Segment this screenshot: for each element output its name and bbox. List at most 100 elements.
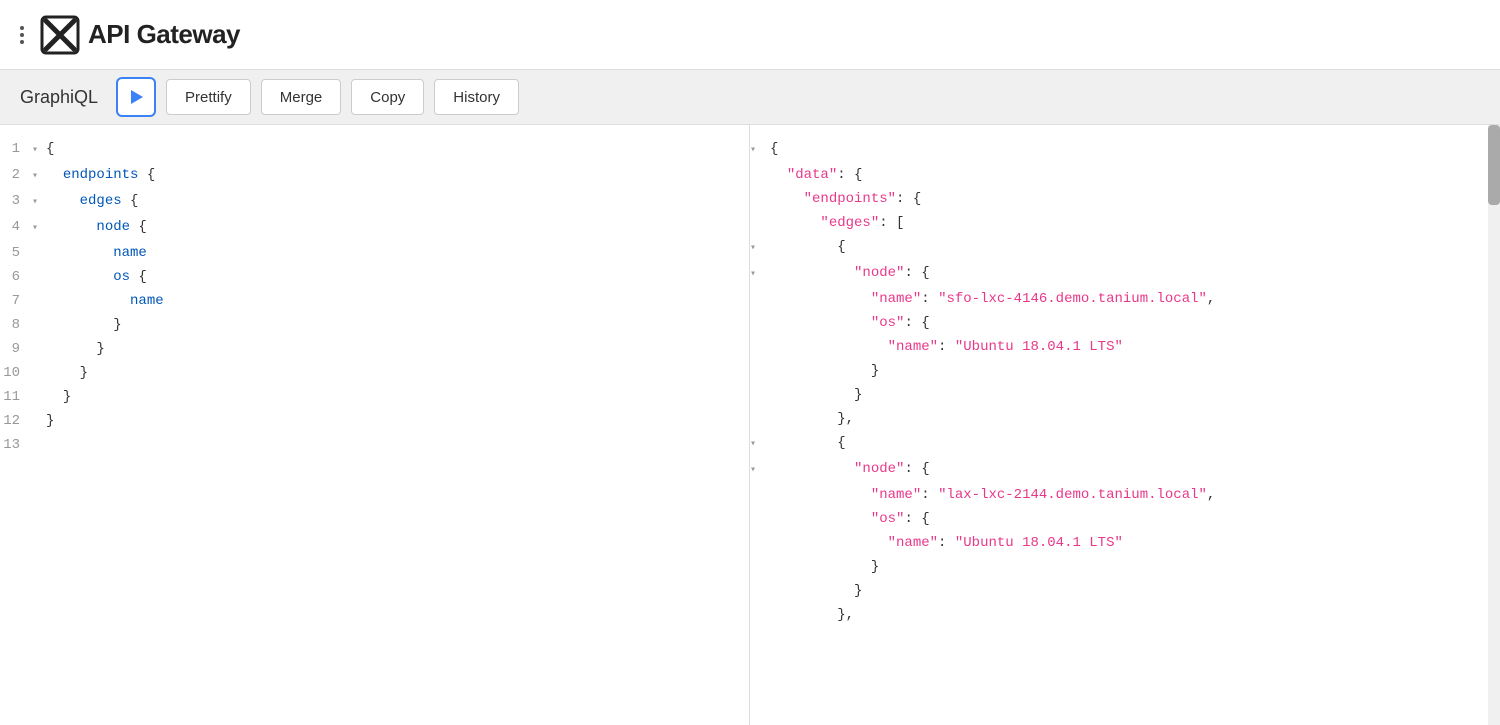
json-brace: : { (904, 461, 929, 477)
json-punct: : (921, 487, 938, 503)
json-string-value: "lax-lxc-2144.demo.tanium.local" (938, 487, 1207, 503)
result-line: "endpoints": { (750, 187, 1500, 211)
result-fold-arrow[interactable]: ▾ (750, 431, 770, 457)
query-line: 4▾ node { (0, 215, 749, 241)
fold-arrow[interactable]: ▾ (32, 189, 46, 215)
json-key: "node" (854, 461, 904, 477)
menu-dots-button[interactable] (16, 22, 28, 48)
line-content: } (46, 409, 737, 433)
query-line: 5 name (0, 241, 749, 265)
result-line: "data": { (750, 163, 1500, 187)
line-content: edges { (46, 189, 737, 213)
editor-area: 1▾{2▾ endpoints {3▾ edges {4▾ node {5 na… (0, 125, 1500, 725)
json-key: "data" (787, 167, 837, 183)
brace-token: { (130, 219, 147, 235)
result-line-content: "name": "sfo-lxc-4146.demo.tanium.local"… (770, 287, 1488, 311)
result-line-content: "name": "lax-lxc-2144.demo.tanium.local"… (770, 483, 1488, 507)
json-string-value: "sfo-lxc-4146.demo.tanium.local" (938, 291, 1207, 307)
merge-button[interactable]: Merge (261, 79, 342, 115)
fold-arrow[interactable]: ▾ (32, 163, 46, 189)
brace-token: { (130, 269, 147, 285)
fold-arrow (32, 265, 46, 267)
query-line: 11 } (0, 385, 749, 409)
fold-arrow (32, 361, 46, 363)
brace-token: } (46, 413, 54, 429)
json-brace: : [ (879, 215, 904, 231)
result-fold-arrow[interactable]: ▾ (750, 261, 770, 287)
result-line-content: "node": { (770, 261, 1488, 285)
fold-arrow[interactable]: ▾ (32, 137, 46, 163)
top-bar: API Gateway (0, 0, 1500, 70)
json-punct: , (1207, 487, 1215, 503)
result-line-content: { (770, 431, 1488, 455)
fold-arrow (32, 433, 46, 435)
result-line-content: { (770, 235, 1488, 259)
line-number: 3 (0, 189, 32, 213)
fold-arrow (32, 385, 46, 387)
json-punct: : (938, 535, 955, 551)
fold-arrow (32, 409, 46, 411)
query-panel: 1▾{2▾ endpoints {3▾ edges {4▾ node {5 na… (0, 125, 750, 725)
result-fold-arrow (750, 359, 770, 361)
result-fold-arrow (750, 187, 770, 189)
brace-token: } (113, 317, 121, 333)
result-line: } (750, 579, 1500, 603)
json-brace: : { (904, 265, 929, 281)
result-code-area[interactable]: ▾{ "data": { "endpoints": { "edges": [▾ … (750, 125, 1500, 725)
line-content: endpoints { (46, 163, 737, 187)
result-fold-arrow (750, 163, 770, 165)
json-brace: { (837, 239, 845, 255)
result-line: "name": "Ubuntu 18.04.1 LTS" (750, 335, 1500, 359)
query-line: 13 (0, 433, 749, 457)
result-line: } (750, 383, 1500, 407)
result-line: ▾ "node": { (750, 261, 1500, 287)
line-content: os { (46, 265, 737, 289)
result-fold-arrow[interactable]: ▾ (750, 457, 770, 483)
keyword-token: node (96, 219, 130, 235)
result-fold-arrow (750, 579, 770, 581)
fold-arrow (32, 337, 46, 339)
brace-token: } (63, 389, 71, 405)
line-content: node { (46, 215, 737, 239)
result-line-content: } (770, 555, 1488, 579)
query-line: 9 } (0, 337, 749, 361)
keyword-token: name (130, 293, 164, 309)
json-brace: : { (904, 315, 929, 331)
query-line: 12 } (0, 409, 749, 433)
app-title: API Gateway (88, 19, 240, 50)
result-fold-arrow (750, 483, 770, 485)
json-punct: , (1207, 291, 1215, 307)
run-button[interactable] (116, 77, 156, 117)
result-line-content: "endpoints": { (770, 187, 1488, 211)
result-line: } (750, 359, 1500, 383)
query-code-area[interactable]: 1▾{2▾ endpoints {3▾ edges {4▾ node {5 na… (0, 125, 749, 725)
history-button[interactable]: History (434, 79, 519, 115)
result-line-content: "node": { (770, 457, 1488, 481)
result-line: ▾ { (750, 235, 1500, 261)
result-fold-arrow (750, 531, 770, 533)
tanium-logo-icon (40, 15, 80, 55)
result-line: "name": "Ubuntu 18.04.1 LTS" (750, 531, 1500, 555)
brace-token: } (96, 341, 104, 357)
fold-arrow (32, 241, 46, 243)
keyword-token: name (113, 245, 147, 261)
fold-arrow[interactable]: ▾ (32, 215, 46, 241)
result-fold-arrow[interactable]: ▾ (750, 137, 770, 163)
result-scrollbar[interactable] (1488, 125, 1500, 725)
logo-area: API Gateway (40, 15, 240, 55)
line-content: name (46, 289, 737, 313)
line-content: } (46, 337, 737, 361)
query-line: 1▾{ (0, 137, 749, 163)
line-content: } (46, 313, 737, 337)
copy-button[interactable]: Copy (351, 79, 424, 115)
result-line: "edges": [ (750, 211, 1500, 235)
result-line-content: "name": "Ubuntu 18.04.1 LTS" (770, 531, 1488, 555)
json-string-value: "Ubuntu 18.04.1 LTS" (955, 535, 1123, 551)
json-brace: { (770, 141, 778, 157)
scrollbar-thumb[interactable] (1488, 125, 1500, 205)
json-key: "endpoints" (804, 191, 896, 207)
json-key: "name" (871, 291, 921, 307)
prettify-button[interactable]: Prettify (166, 79, 251, 115)
result-fold-arrow[interactable]: ▾ (750, 235, 770, 261)
result-line: ▾ "node": { (750, 457, 1500, 483)
